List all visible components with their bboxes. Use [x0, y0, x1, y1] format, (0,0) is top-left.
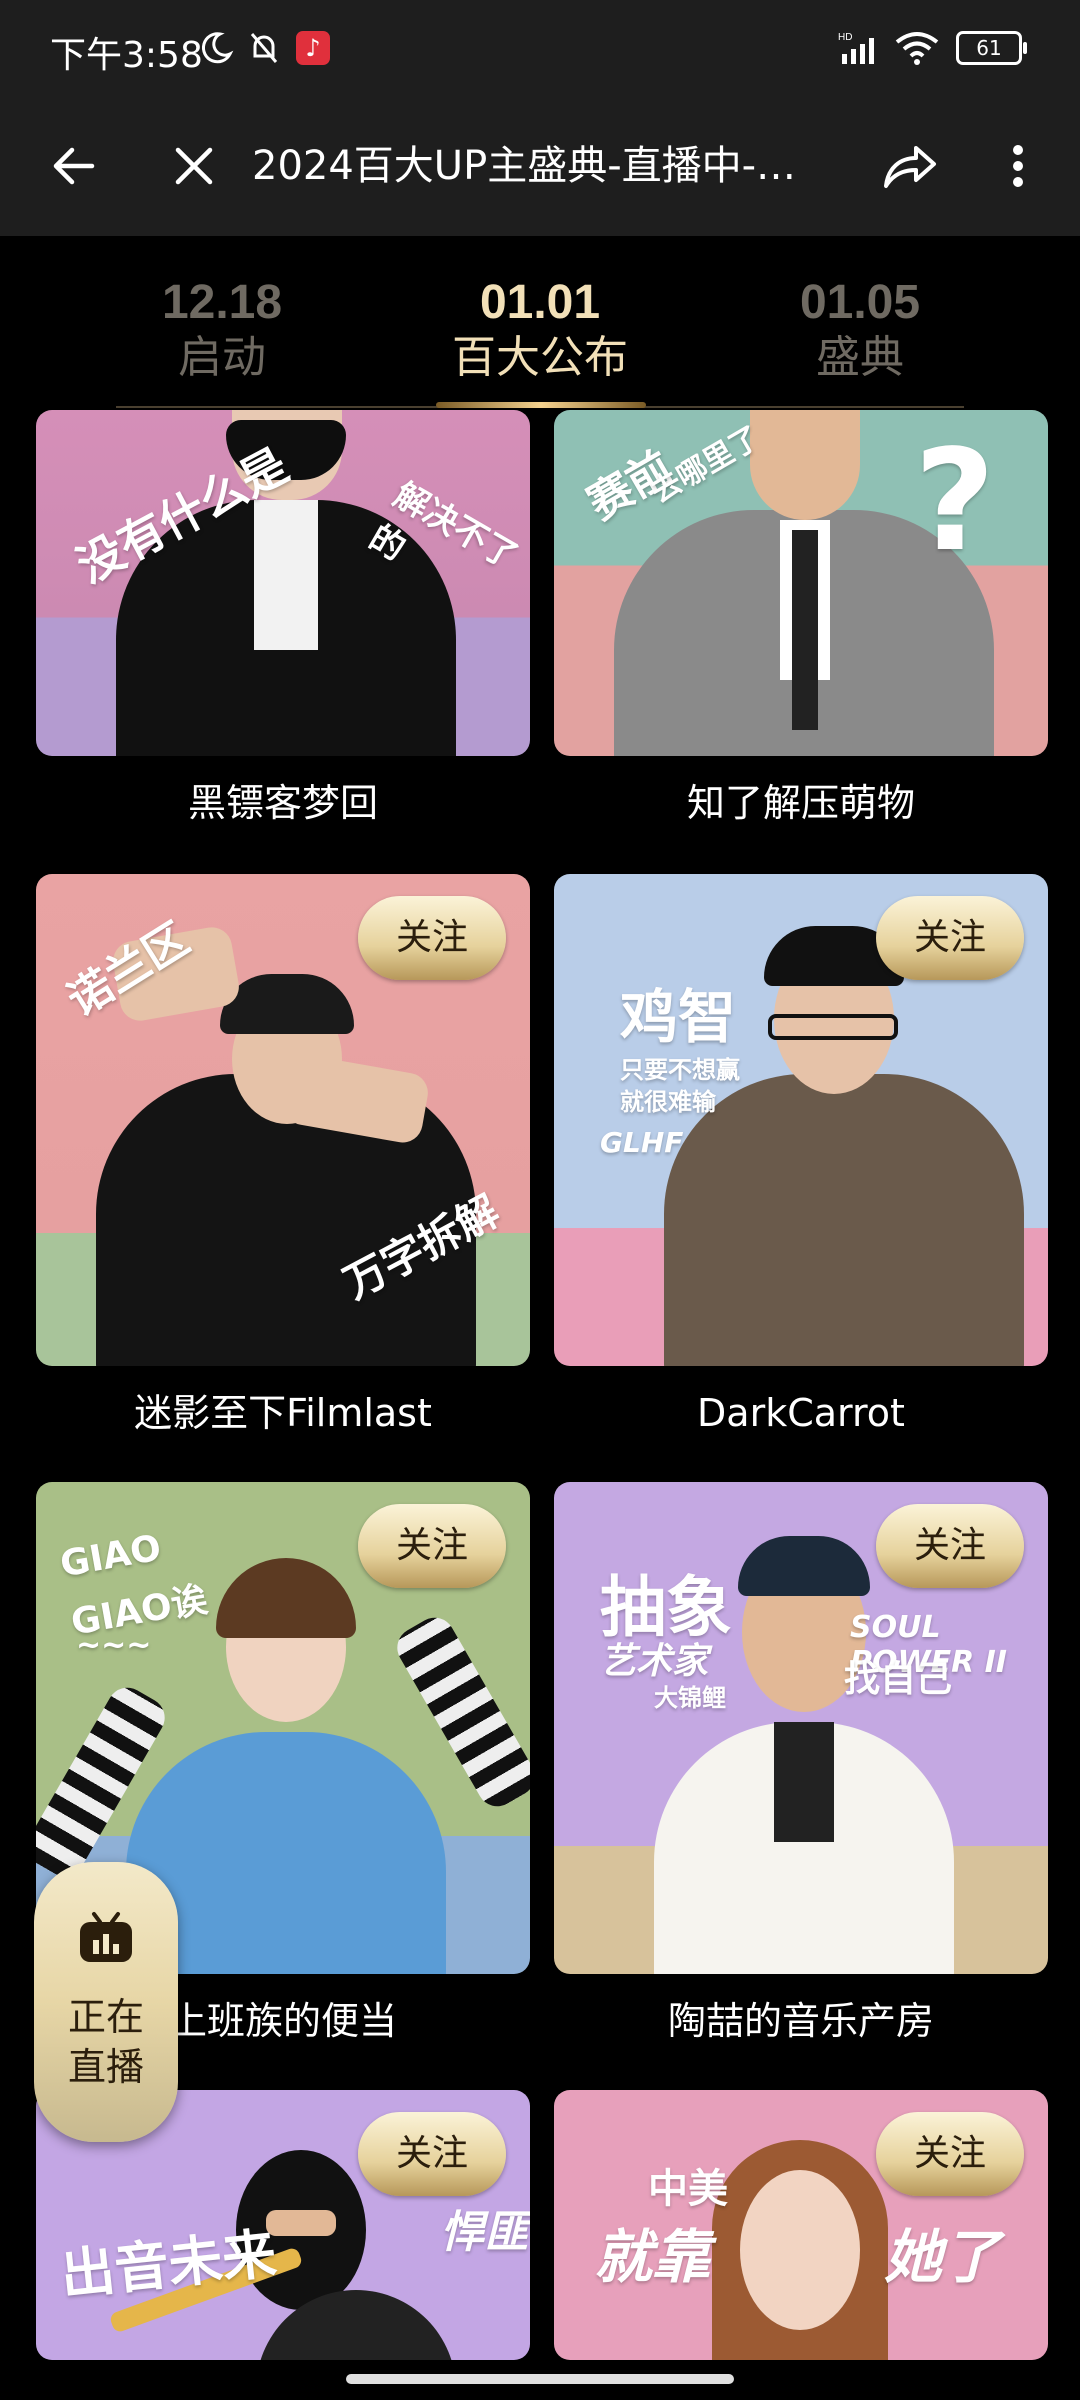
status-time: 下午3:58 [50, 35, 203, 76]
up-card[interactable]: 中美 就靠 她了 关注 [554, 2090, 1048, 2360]
bell-off-icon [246, 28, 282, 68]
up-card[interactable]: 抽象 艺术家 大锦鲤 SOUL POWER II 找自己 关注 [554, 1482, 1048, 1974]
card-image: 没有什么是 解决不了的 [36, 410, 530, 756]
follow-button[interactable]: 关注 [358, 896, 506, 980]
tab-label: 百大公布 [452, 332, 628, 383]
card-image: 赛前 去哪里了 ? [554, 410, 1048, 756]
svg-text:HD: HD [838, 32, 852, 43]
tab-ceremony[interactable]: 01.05 盛典 [750, 276, 970, 386]
follow-button[interactable]: 关注 [358, 2112, 506, 2196]
wifi-icon [894, 28, 940, 68]
home-indicator[interactable] [346, 2374, 734, 2384]
follow-button[interactable]: 关注 [876, 2112, 1024, 2196]
up-card[interactable]: 鸡智 只要不想赢 就很难输 GLHF 关注 [554, 874, 1048, 1366]
card-name[interactable]: 陶喆的音乐产房 [554, 1996, 1048, 2046]
back-arrow-icon[interactable] [34, 126, 114, 206]
up-card[interactable]: 没有什么是 解决不了的 [36, 410, 530, 756]
tab-date: 01.05 [799, 276, 921, 329]
follow-button[interactable]: 关注 [876, 896, 1024, 980]
status-bar: 下午3:58 ♪ HD 61 [0, 0, 1080, 96]
tab-date: 12.18 [161, 276, 283, 329]
date-tabs: 12.18 启动 01.01 百大公布 01.05 盛典 [0, 236, 1080, 410]
up-card[interactable]: 赛前 去哪里了 ? [554, 410, 1048, 756]
active-tab-indicator [436, 402, 646, 408]
up-card[interactable]: 诺兰区 万字拆解 关注 [36, 874, 530, 1366]
tab-announce[interactable]: 01.01 百大公布 [430, 276, 650, 386]
follow-button[interactable]: 关注 [876, 1504, 1024, 1588]
tab-date: 01.01 [479, 276, 601, 329]
moon-icon [198, 28, 234, 68]
battery-icon: 61 [956, 28, 1027, 68]
tab-start[interactable]: 12.18 启动 [112, 276, 332, 386]
card-name[interactable]: 迷影至下Filmlast [36, 1388, 530, 1438]
card-name[interactable]: 知了解压萌物 [554, 778, 1048, 828]
app-badge-icon: ♪ [296, 28, 330, 68]
more-vertical-icon[interactable] [978, 126, 1058, 206]
card-name[interactable]: DarkCarrot [554, 1388, 1048, 1438]
tab-label: 启动 [178, 332, 266, 383]
close-icon[interactable] [154, 126, 234, 206]
signal-icon: HD [838, 28, 886, 68]
live-now-button[interactable]: 正在 直播 [34, 1862, 178, 2142]
tab-label: 盛典 [816, 332, 904, 383]
web-toolbar: 2024百大UP主盛典-直播中-… [0, 96, 1080, 236]
follow-button[interactable]: 关注 [358, 1504, 506, 1588]
share-icon[interactable] [870, 126, 950, 206]
card-name[interactable]: 黑镖客梦回 [36, 778, 530, 828]
live-label: 正在 直播 [67, 1995, 144, 2089]
page-title: 2024百大UP主盛典-直播中-… [252, 143, 797, 189]
tv-live-icon [76, 1910, 136, 1966]
